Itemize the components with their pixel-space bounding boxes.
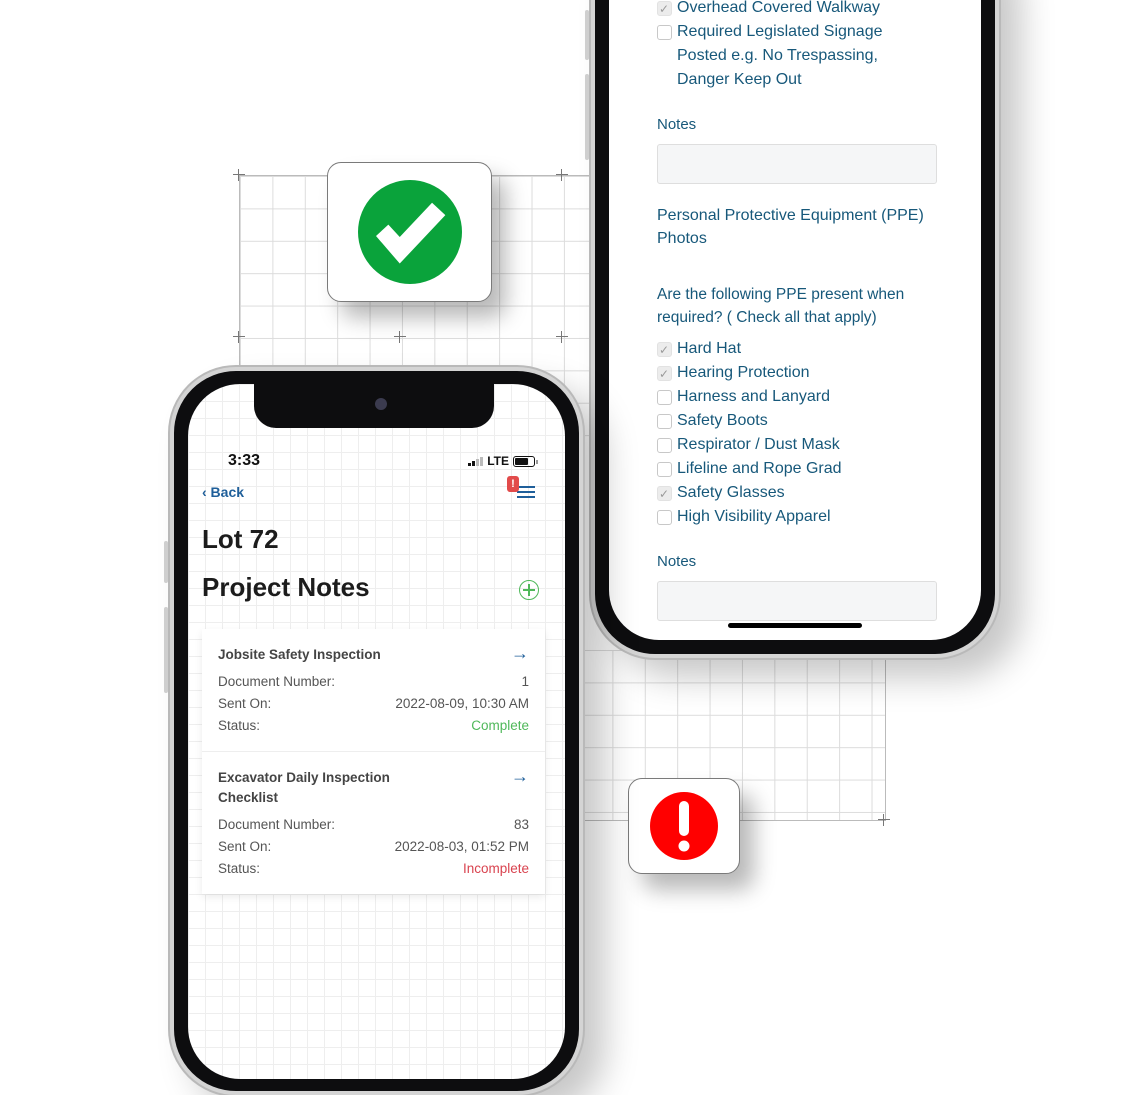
checkbox-label: Lifeline and Rope Grad xyxy=(677,460,842,477)
phone-side-button xyxy=(164,607,168,693)
phone-side-button xyxy=(585,74,589,160)
grid-crosshair xyxy=(556,169,568,181)
document-card[interactable]: Jobsite Safety Inspection → Document Num… xyxy=(202,629,545,752)
ppe-item[interactable]: Harness and Lanyard xyxy=(657,385,947,409)
sent-on-label: Sent On: xyxy=(218,839,272,854)
menu-button[interactable]: ! xyxy=(507,476,535,500)
project-notes-screen: 3:33 LTE ‹ Back ! Lot 72 Project Notes J… xyxy=(188,384,565,1079)
checkbox-label: High Visibility Apparel xyxy=(677,508,831,525)
network-type: LTE xyxy=(487,454,509,468)
checklist-screen: Overhead Covered Walkway Required Legisl… xyxy=(609,0,981,640)
status-label: Status: xyxy=(218,861,261,876)
add-note-button[interactable] xyxy=(519,580,539,600)
check-circle-icon xyxy=(357,180,462,284)
grid-crosshair xyxy=(556,331,568,343)
checkbox[interactable] xyxy=(657,482,672,506)
grid-crosshair xyxy=(233,169,245,181)
hamburger-icon-line xyxy=(517,496,535,498)
arrow-right-icon[interactable]: → xyxy=(511,643,529,664)
home-indicator xyxy=(728,623,862,628)
success-badge xyxy=(327,162,492,302)
status-time: 3:33 xyxy=(228,452,261,469)
status-bar: 3:33 LTE xyxy=(188,452,565,472)
checklist-phone: Overhead Covered Walkway Required Legisl… xyxy=(585,0,999,658)
checkbox[interactable] xyxy=(657,0,672,21)
document-number-value: 83 xyxy=(513,817,529,832)
phone-side-button xyxy=(164,541,168,583)
sent-on-label: Sent On: xyxy=(218,696,272,711)
checkbox[interactable] xyxy=(657,438,672,453)
checklist-item[interactable]: Required Legislated Signage Posted e.g. … xyxy=(657,20,947,92)
project-notes-phone: 3:33 LTE ‹ Back ! Lot 72 Project Notes J… xyxy=(164,367,583,1095)
document-number-label: Document Number: xyxy=(218,817,336,832)
checkbox-label: Overhead Covered Walkway xyxy=(677,0,881,16)
status-value: Complete xyxy=(471,718,529,733)
checkbox-label: Harness and Lanyard xyxy=(677,388,830,405)
notes-input[interactable] xyxy=(657,144,937,184)
document-title: Excavator Daily Inspection Checklist xyxy=(218,770,390,805)
ppe-checklist: Hard Hat Hearing Protection Harness and La… xyxy=(657,337,947,529)
signal-icon xyxy=(468,456,484,466)
checkbox-label: Hearing Protection xyxy=(677,364,810,381)
front-camera xyxy=(375,398,387,410)
document-card[interactable]: Excavator Daily Inspection Checklist → D… xyxy=(202,752,545,894)
document-list: Jobsite Safety Inspection → Document Num… xyxy=(202,629,545,894)
hamburger-icon xyxy=(517,486,535,488)
checkbox[interactable] xyxy=(657,338,672,362)
exclamation-circle-icon xyxy=(650,792,718,860)
checkbox-label: Respirator / Dust Mask xyxy=(677,436,840,453)
checkbox[interactable] xyxy=(657,362,672,386)
status-indicators: LTE xyxy=(468,454,538,468)
document-title: Jobsite Safety Inspection xyxy=(218,647,381,662)
ppe-item[interactable]: Lifeline and Rope Grad xyxy=(657,457,947,481)
notes-input[interactable] xyxy=(657,581,937,621)
sent-on-value: 2022-08-09, 10:30 AM xyxy=(395,696,529,711)
status-label: Status: xyxy=(218,718,261,733)
checkbox[interactable] xyxy=(657,462,672,477)
alert-badge xyxy=(628,778,740,874)
battery-icon xyxy=(513,455,538,467)
grid-crosshair xyxy=(878,814,890,826)
ppe-item[interactable]: Hard Hat xyxy=(657,337,947,362)
grid-crosshair xyxy=(233,331,245,343)
back-button[interactable]: ‹ Back xyxy=(202,484,244,500)
ppe-photos-label: Personal Protective Equipment (PPE) Phot… xyxy=(657,207,924,247)
arrow-right-icon[interactable]: → xyxy=(511,766,529,787)
phone-notch xyxy=(254,384,494,428)
section-title: Project Notes xyxy=(202,572,370,602)
checkbox-label: Safety Glasses xyxy=(677,484,785,501)
notes-label: Notes xyxy=(657,116,697,133)
ppe-item[interactable]: Respirator / Dust Mask xyxy=(657,433,947,457)
document-number-label: Document Number: xyxy=(218,674,336,689)
document-number-value: 1 xyxy=(521,674,529,689)
grid-crosshair xyxy=(394,331,406,343)
sent-on-value: 2022-08-03, 01:52 PM xyxy=(394,839,529,854)
checklist-item[interactable]: Overhead Covered Walkway xyxy=(657,0,947,21)
notification-badge: ! xyxy=(507,476,519,492)
checkbox-label: Hard Hat xyxy=(677,340,742,357)
hamburger-icon-line xyxy=(517,491,535,493)
ppe-item[interactable]: Safety Boots xyxy=(657,409,947,433)
ppe-item[interactable]: Safety Glasses xyxy=(657,481,947,506)
checkbox-label: Required Legislated Signage Posted e.g. … xyxy=(677,23,883,88)
checkbox[interactable] xyxy=(657,25,672,40)
status-value: Incomplete xyxy=(462,861,529,876)
project-title: Lot 72 xyxy=(202,524,279,554)
checklist-form: Overhead Covered Walkway Required Legisl… xyxy=(657,0,947,621)
checkbox[interactable] xyxy=(657,390,672,405)
ppe-question: Are the following PPE present when requi… xyxy=(657,286,905,326)
ppe-item[interactable]: Hearing Protection xyxy=(657,361,947,386)
notes-label: Notes xyxy=(657,553,697,570)
checkbox[interactable] xyxy=(657,414,672,429)
ppe-item[interactable]: High Visibility Apparel xyxy=(657,505,947,529)
checkbox[interactable] xyxy=(657,510,672,525)
phone-side-button xyxy=(585,10,589,60)
checkbox-label: Safety Boots xyxy=(677,412,768,429)
